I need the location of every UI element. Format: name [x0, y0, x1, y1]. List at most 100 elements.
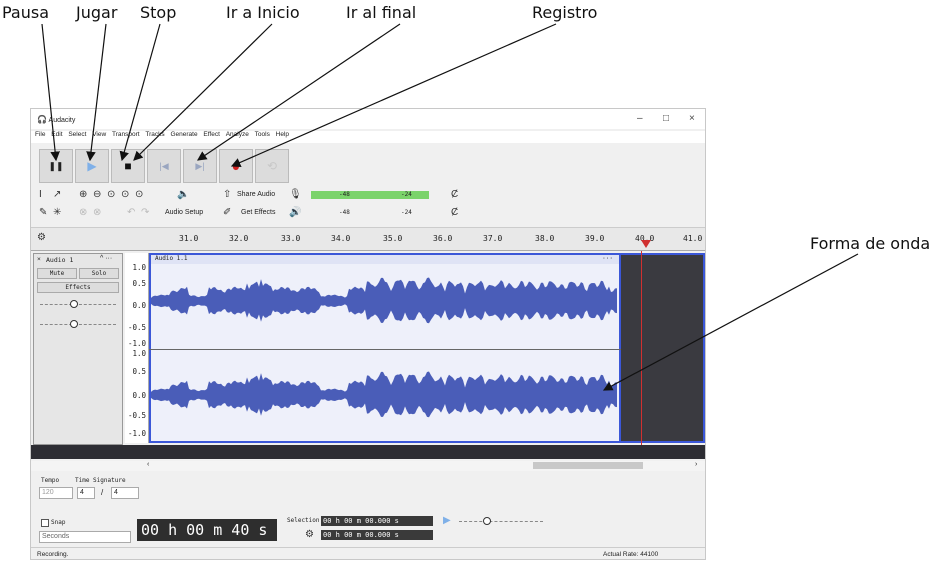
scroll-left-icon[interactable]: ‹ — [147, 461, 149, 468]
undo-icon[interactable]: ↶ — [127, 207, 135, 218]
microphone-icon[interactable]: 🎙 — [289, 189, 302, 200]
mute-button[interactable]: Mute — [37, 268, 77, 279]
label-jugar: Jugar — [76, 3, 118, 22]
scale-label: 0.0 — [132, 301, 146, 310]
clip-title-bar[interactable]: Audio 1.1 ··· — [151, 255, 619, 264]
gain-slider-handle[interactable] — [70, 300, 78, 308]
menu-tools[interactable]: Tools — [255, 131, 270, 138]
scale-label: -0.5 — [127, 411, 146, 420]
zoom-toggle-icon[interactable]: ⊙ — [135, 189, 143, 200]
pan-slider[interactable] — [40, 324, 116, 325]
time-display[interactable]: 00 h 00 m 40 s — [137, 519, 277, 541]
trim-icon[interactable]: ⊗ — [79, 207, 87, 218]
snap-checkbox[interactable] — [41, 519, 49, 527]
selection-end-field[interactable]: 00 h 00 m 00.000 s — [321, 530, 433, 540]
menu-edit[interactable]: Edit — [51, 131, 62, 138]
title-bar: 🎧 Audacity – □ × — [31, 109, 705, 129]
zoom-in-icon[interactable]: ⊕ — [79, 189, 87, 200]
maximize-button[interactable]: □ — [663, 113, 669, 124]
empty-track-area[interactable] — [621, 253, 705, 443]
speed-slider-handle[interactable] — [483, 517, 491, 525]
envelope-tool-icon[interactable]: ↗ — [53, 189, 61, 200]
playhead-line — [641, 251, 642, 445]
timeline-ruler[interactable]: ⚙ 31.0 32.0 33.0 34.0 35.0 36.0 37.0 38.… — [31, 227, 705, 251]
playhead-marker-icon[interactable] — [641, 240, 651, 248]
amplitude-scale: 1.0 0.5 0.0 -0.5 -1.0 1.0 0.5 0.0 -0.5 -… — [125, 253, 149, 443]
edit-toolbar: ✎ ✳ ⊗ ⊗ ↶ ↷ Audio Setup ✐ Get Effects 🔊 … — [31, 207, 705, 227]
menu-analyze[interactable]: Analyze — [226, 131, 249, 138]
track-name[interactable]: Audio 1 — [46, 256, 73, 264]
gear-icon[interactable]: ⚙ — [37, 232, 46, 243]
speaker-icon[interactable]: 🔈 — [177, 189, 189, 200]
pan-slider-handle[interactable] — [70, 320, 78, 328]
selection-start-field[interactable]: 00 h 00 m 00.000 s — [321, 516, 433, 526]
clip-menu-icon[interactable]: ··· — [602, 255, 613, 262]
menu-tracks[interactable]: Tracks — [145, 131, 164, 138]
scale-label: -1.0 — [127, 339, 146, 348]
selection-tool-icon[interactable]: Ι — [39, 189, 42, 200]
track-close-icon[interactable]: × — [37, 256, 41, 263]
time-sig-numerator[interactable]: 4 — [77, 487, 95, 499]
ruler-tick: 39.0 — [585, 234, 605, 243]
share-icon[interactable]: ⇧ — [223, 189, 231, 200]
label-ir-al-final: Ir al final — [346, 3, 417, 22]
scale-label: 0.5 — [132, 279, 146, 288]
scale-label: 1.0 — [132, 263, 146, 272]
minimize-button[interactable]: – — [637, 113, 643, 124]
record-button[interactable]: ● — [219, 149, 253, 183]
share-audio-button[interactable]: Share Audio — [237, 191, 275, 198]
meter-reset-icon[interactable]: Ȼ — [451, 207, 458, 218]
stop-button[interactable]: ■ — [111, 149, 145, 183]
tempo-field[interactable]: 120 — [39, 487, 73, 499]
effects-button[interactable]: Effects — [37, 282, 119, 293]
play-button[interactable]: ▶ — [75, 149, 109, 183]
menu-effect[interactable]: Effect — [203, 131, 220, 138]
waveform-clip[interactable] — [149, 253, 621, 443]
skip-to-end-button[interactable]: ▶| — [183, 149, 217, 183]
zoom-out-icon[interactable]: ⊖ — [93, 189, 101, 200]
audio-setup-button[interactable]: Audio Setup — [165, 209, 203, 216]
status-bar: Recording. Actual Rate: 44100 — [31, 547, 705, 559]
menu-view[interactable]: View — [92, 131, 106, 138]
skip-to-start-button[interactable]: |◀ — [147, 149, 181, 183]
menu-transport[interactable]: Transport — [112, 131, 140, 138]
track-control-panel: × Audio 1 ^ ··· Mute Solo Effects — [33, 253, 123, 445]
scale-label: -0.5 — [127, 323, 146, 332]
gear-icon[interactable]: ⚙ — [305, 529, 314, 540]
menu-help[interactable]: Help — [276, 131, 289, 138]
loop-icon: ⟲ — [266, 159, 278, 173]
playback-speaker-icon[interactable]: 🔊 — [289, 207, 301, 218]
get-effects-button[interactable]: Get Effects — [241, 209, 276, 216]
loop-button[interactable]: ⟲ — [255, 149, 289, 183]
tempo-label: Tempo — [41, 477, 60, 484]
speed-slider[interactable] — [459, 521, 543, 522]
multi-tool-icon[interactable]: ✳ — [53, 207, 61, 218]
redo-icon[interactable]: ↷ — [141, 207, 149, 218]
snap-label: Snap — [51, 519, 66, 526]
play-at-speed-icon[interactable]: ▶ — [443, 515, 451, 526]
zoom-selection-icon[interactable]: ⊙ — [107, 189, 115, 200]
draw-tool-icon[interactable]: ✎ — [39, 207, 47, 218]
zoom-fit-icon[interactable]: ⊙ — [121, 189, 129, 200]
scrollbar-thumb[interactable] — [533, 462, 643, 469]
snap-unit-select[interactable]: Seconds — [39, 531, 131, 543]
play-icon: ▶ — [87, 159, 97, 173]
silence-icon[interactable]: ⊗ — [93, 207, 101, 218]
time-sig-denominator[interactable]: 4 — [111, 487, 139, 499]
meter-tick: -48 — [339, 191, 350, 198]
track-menu-icon[interactable]: ^ ··· — [100, 255, 112, 262]
solo-button[interactable]: Solo — [79, 268, 119, 279]
ruler-tick: 32.0 — [229, 234, 249, 243]
waveform-right-channel — [151, 371, 617, 418]
close-button[interactable]: × — [689, 113, 695, 124]
audacity-window: 🎧 Audacity – □ × File Edit Select View T… — [30, 108, 706, 560]
pause-button[interactable]: ❚❚ — [39, 149, 73, 183]
effects-icon[interactable]: ✐ — [223, 207, 231, 218]
gain-slider[interactable] — [40, 304, 116, 305]
scale-label: -1.0 — [127, 429, 146, 438]
menu-file[interactable]: File — [35, 131, 45, 138]
meter-reset-icon[interactable]: Ȼ — [451, 189, 458, 200]
menu-select[interactable]: Select — [68, 131, 86, 138]
scroll-right-icon[interactable]: › — [695, 461, 697, 468]
menu-generate[interactable]: Generate — [170, 131, 197, 138]
